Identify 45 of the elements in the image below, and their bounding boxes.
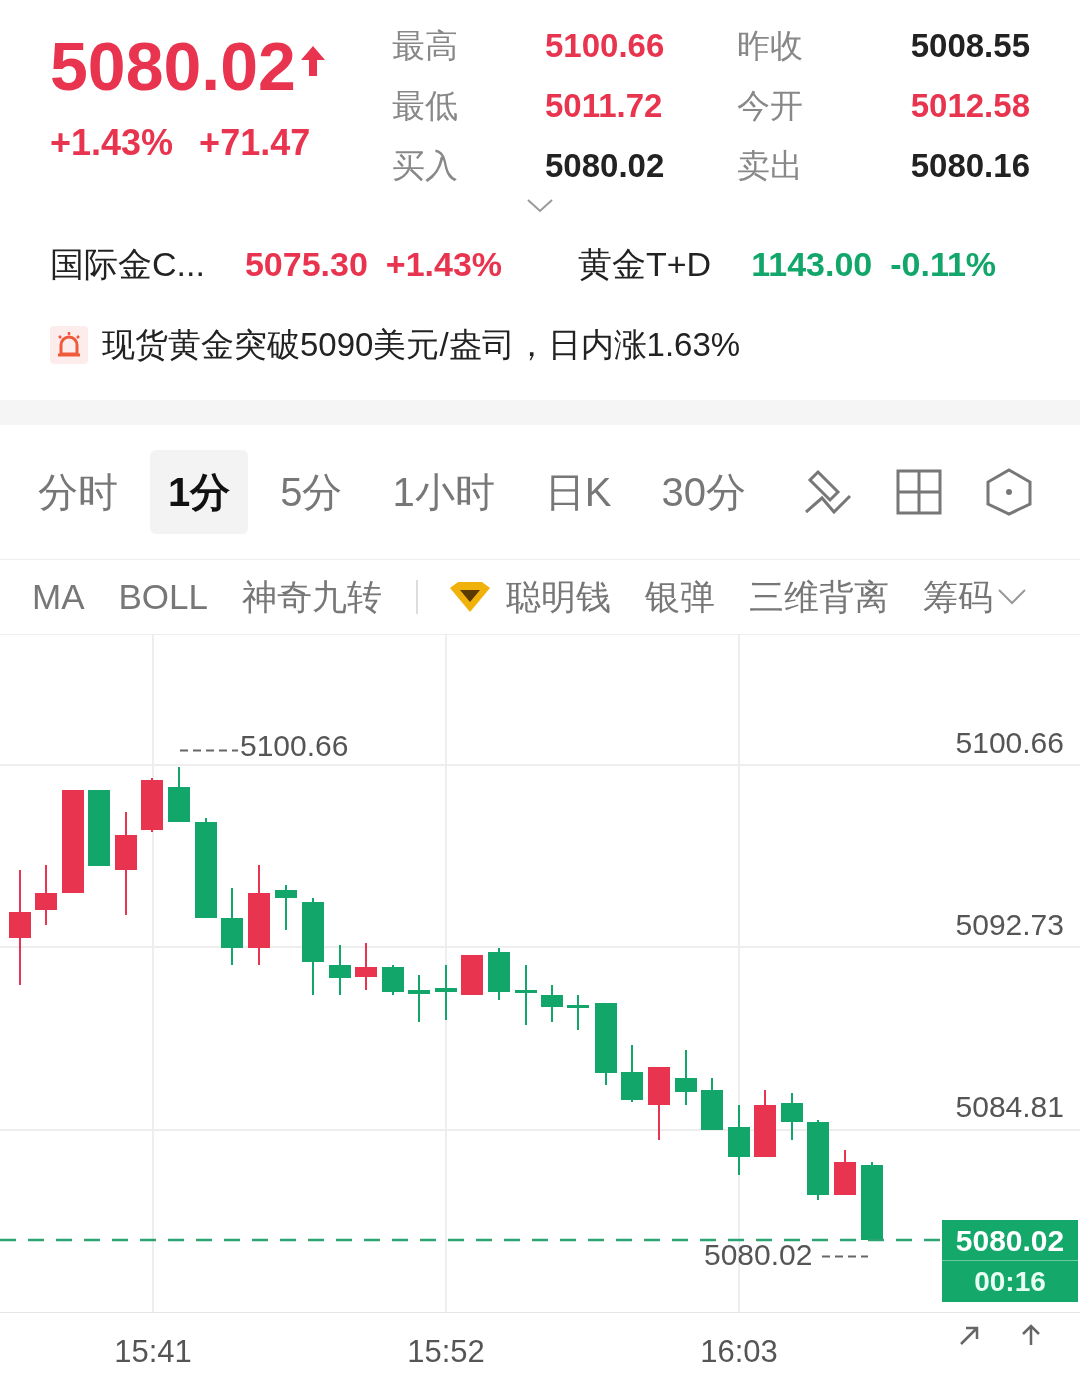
stat-label: 今开 bbox=[737, 86, 804, 126]
period-tab[interactable]: 5分 bbox=[262, 450, 361, 534]
stat-label: 卖出 bbox=[737, 146, 804, 186]
news-headline[interactable]: 现货黄金突破5090美元/盎司，日内涨1.63% bbox=[102, 320, 741, 370]
change-percent: +1.43% bbox=[50, 121, 174, 165]
stat-label: 最高 bbox=[392, 26, 459, 66]
indicator-tab[interactable]: 筹码 bbox=[923, 570, 993, 624]
candle-countdown: 00:16 bbox=[973, 1265, 1047, 1299]
instrument-price: 1143.00 bbox=[751, 243, 873, 285]
period-tab[interactable]: 1小时 bbox=[374, 450, 513, 534]
period-tab[interactable]: 1分 bbox=[150, 450, 249, 534]
stat-value: 5012.58 bbox=[909, 86, 1030, 126]
indicator-tab[interactable]: 银弹 bbox=[645, 570, 715, 624]
time-axis-label: 15:41 bbox=[113, 1333, 193, 1371]
stat-value: 5008.55 bbox=[909, 26, 1030, 66]
time-axis-label: 16:03 bbox=[699, 1333, 779, 1371]
instrument-name[interactable]: 黄金T+D bbox=[578, 238, 712, 290]
stat-label: 最低 bbox=[392, 86, 459, 126]
low-price-marker: 5080.02 bbox=[704, 1240, 813, 1270]
stat-value: 5080.02 bbox=[545, 146, 666, 186]
period-tab[interactable]: 日K bbox=[526, 450, 630, 534]
indicator-tab[interactable]: 聪明钱 bbox=[506, 570, 611, 624]
high-price-marker: 5100.66 bbox=[240, 731, 349, 761]
last-price: 5080.02 bbox=[50, 27, 296, 106]
instrument-change: -0.11% bbox=[890, 243, 997, 285]
stat-value: 5011.72 bbox=[545, 86, 664, 126]
indicator-tab[interactable]: 神奇九转 bbox=[242, 570, 382, 624]
indicator-tab[interactable]: 三维背离 bbox=[749, 570, 889, 624]
stat-value: 5100.66 bbox=[545, 26, 666, 66]
indicator-tab[interactable]: MA bbox=[32, 570, 85, 624]
stat-label: 买入 bbox=[392, 146, 459, 186]
current-price: 5080.02 bbox=[942, 1220, 1078, 1261]
instrument-change: +1.43% bbox=[385, 243, 503, 285]
change-amount: +71.47 bbox=[199, 121, 311, 165]
instrument-price: 5075.30 bbox=[244, 243, 368, 285]
time-axis-label: 15:52 bbox=[406, 1333, 486, 1371]
stat-value: 5080.16 bbox=[909, 146, 1030, 186]
indicator-tab[interactable]: BOLL bbox=[118, 570, 208, 624]
price-axis-label: 5084.81 bbox=[955, 1092, 1064, 1122]
price-axis-label: 5092.73 bbox=[955, 910, 1064, 940]
instrument-name[interactable]: 国际金C... bbox=[50, 238, 205, 290]
stat-label: 昨收 bbox=[737, 26, 804, 66]
price-axis-label: 5100.66 bbox=[955, 728, 1064, 758]
period-tab[interactable]: 分时 bbox=[20, 450, 136, 534]
period-tab[interactable]: 30分 bbox=[643, 450, 764, 534]
